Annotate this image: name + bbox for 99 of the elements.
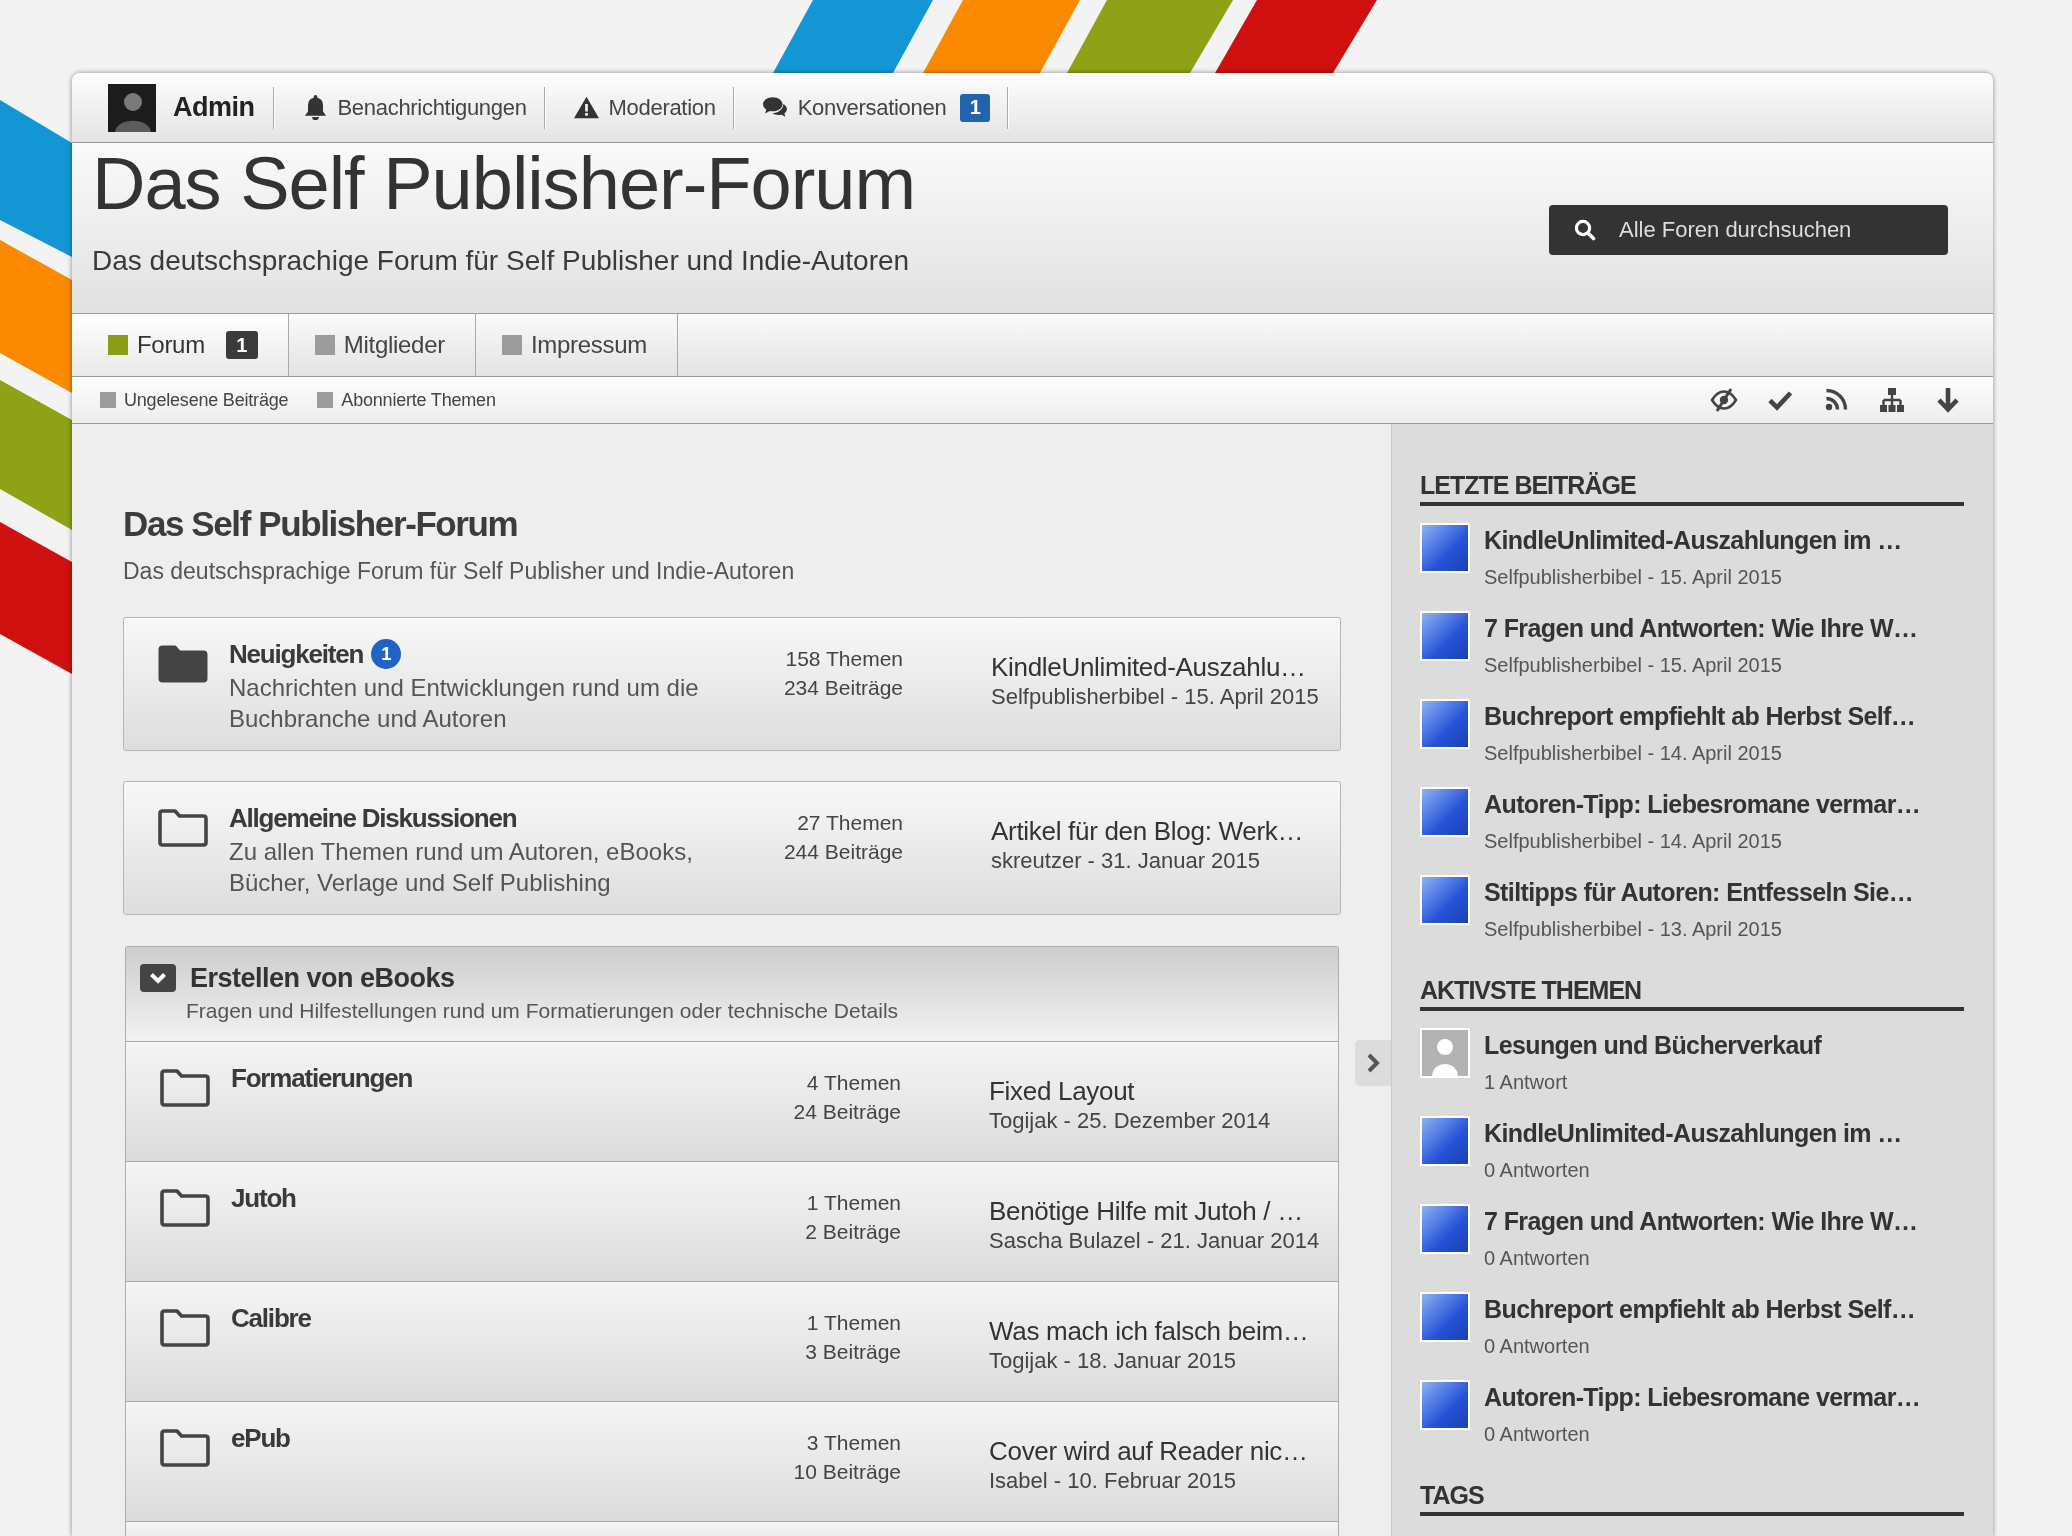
topbar-link[interactable]: Moderation (544, 94, 733, 121)
page-description: Das deutschsprachige Forum für Self Publisher und Indie-Autoren (123, 557, 795, 585)
thread-meta: Selfpublisherbibel - 14. April 2015 (1484, 829, 1782, 854)
post-count: 24 Beiträge (793, 1099, 901, 1125)
page-heading: Das Self Publisher-Forum (123, 503, 518, 545)
chevron-down-icon[interactable] (140, 964, 176, 992)
photo-placeholder (1420, 787, 1470, 837)
forum-title-link[interactable]: Jutoh (231, 1182, 296, 1214)
post-count: 10 Beiträge (793, 1459, 901, 1485)
photo-placeholder (1420, 523, 1470, 573)
square-icon (501, 335, 522, 355)
last-post-link[interactable]: Fixed Layout (989, 1075, 1135, 1107)
topic-count: 158 Themen (785, 646, 903, 672)
sidebar-toggle-button[interactable] (1355, 1040, 1391, 1086)
thread-meta: Selfpublisherbibel - 15. April 2015 (1484, 565, 1782, 590)
post-count: 234 Beiträge (783, 675, 903, 701)
avatar-icon (1420, 1028, 1470, 1078)
photo-placeholder (1420, 1204, 1470, 1254)
last-post-meta: Togijak - 18. Januar 2015 (989, 1347, 1237, 1375)
subnav-link[interactable]: Abonnierte Themen (317, 389, 496, 411)
last-post-link[interactable]: Benötige Hilfe mit Jutoh / … (989, 1195, 1303, 1227)
site-tagline: Das deutschsprachige Forum für Self Publisher und Indie-Autoren (92, 244, 910, 278)
thread-meta: Selfpublisherbibel - 13. April 2015 (1484, 917, 1782, 942)
forum-description: Nachrichten und Entwicklungen rund um die Buchbranche und Autoren (229, 673, 700, 734)
last-post-meta: Isabel - 10. Februar 2015 (989, 1467, 1237, 1495)
square-icon (317, 392, 334, 408)
post-count: 3 Beiträge (805, 1339, 901, 1365)
photo-placeholder (1420, 611, 1470, 661)
thread-link[interactable]: 7 Fragen und Antworten: Wie Ihre W… (1484, 1204, 1918, 1238)
thread-meta: 0 Antworten (1484, 1158, 1590, 1183)
last-post-link[interactable]: Was mach ich falsch beim… (989, 1315, 1309, 1347)
search-field[interactable]: Alle Foren durchsuchen (1549, 205, 1948, 255)
site-title: Das Self Publisher-Forum (92, 143, 916, 224)
thread-meta: Selfpublisherbibel - 14. April 2015 (1484, 741, 1782, 766)
topic-count: 27 Themen (797, 810, 903, 836)
thread-link[interactable]: KindleUnlimited-Auszahlungen im … (1484, 523, 1902, 557)
thread-link[interactable]: Lesungen und Bücherverkauf (1484, 1028, 1822, 1062)
last-post-meta: Togijak - 25. Dezember 2014 (989, 1107, 1271, 1135)
photo-placeholder (1420, 1380, 1470, 1430)
thread-meta: 0 Antworten (1484, 1246, 1590, 1271)
topbar-link[interactable]: Benachrichtigungen (273, 94, 544, 121)
thread-meta: 0 Antworten (1484, 1334, 1590, 1359)
warning-icon (573, 95, 599, 120)
forum-title-link[interactable]: Allgemeine Diskussionen (229, 802, 517, 834)
sidebar-heading: TAGS (1420, 1480, 1484, 1510)
category-title-link[interactable]: Erstellen von eBooks (190, 962, 455, 994)
last-post-link[interactable]: KindleUnlimited-Auszahlu… (991, 651, 1306, 683)
photo-placeholder (1420, 1116, 1470, 1166)
post-count: 244 Beiträge (783, 839, 903, 865)
eye-slash-icon[interactable] (1710, 386, 1738, 414)
topbar-link[interactable]: Konversationen 1 (733, 93, 1008, 122)
topic-count: 3 Themen (806, 1430, 901, 1456)
last-post-link[interactable]: Cover wird auf Reader nic… (989, 1435, 1308, 1467)
avatar-icon (108, 83, 156, 132)
thread-meta: 1 Antwort (1484, 1070, 1568, 1095)
thread-link[interactable]: Stiltipps für Autoren: Entfesseln Sie… (1484, 875, 1914, 909)
last-post-meta: skreutzer - 31. Januar 2015 (991, 847, 1261, 875)
sidebar-heading: LETZTE BEITRÄGE (1420, 470, 1636, 500)
thread-meta: 0 Antworten (1484, 1422, 1590, 1447)
forum-title-link[interactable]: Calibre (231, 1302, 311, 1334)
nav-tab[interactable]: Mitglieder (288, 314, 476, 376)
search-icon (1574, 219, 1596, 241)
account-link[interactable]: Admin (108, 83, 273, 132)
subnav-link[interactable]: Ungelesene Beiträge (100, 389, 289, 411)
count-badge: 1 (960, 93, 991, 122)
forum-title-link[interactable]: ePub (231, 1422, 290, 1454)
thread-link[interactable]: Autoren-Tipp: Liebesromane vermar… (1484, 1380, 1921, 1414)
category-description: Fragen und Hilfestellungen rund um Formatierungen oder technische Details (186, 998, 899, 1024)
topic-count: 4 Themen (806, 1070, 901, 1096)
thread-link[interactable]: Buchreport empfiehlt ab Herbst Self… (1484, 1292, 1916, 1326)
bell-icon (302, 95, 328, 120)
thread-link[interactable]: 7 Fragen und Antworten: Wie Ihre W… (1484, 611, 1918, 645)
post-count: 2 Beiträge (805, 1219, 901, 1245)
thread-link[interactable]: KindleUnlimited-Auszahlungen im … (1484, 1116, 1902, 1150)
nav-tab[interactable]: Impressum (475, 314, 678, 376)
arrow-down-icon[interactable] (1934, 386, 1962, 414)
photo-placeholder (1420, 1292, 1470, 1342)
thread-link[interactable]: Buchreport empfiehlt ab Herbst Self… (1484, 699, 1916, 733)
last-post-link[interactable]: Artikel für den Blog: Werk… (991, 815, 1304, 847)
thread-meta: Selfpublisherbibel - 15. April 2015 (1484, 653, 1782, 678)
square-icon (100, 392, 116, 408)
topic-count: 1 Themen (806, 1190, 901, 1216)
photo-placeholder (1420, 875, 1470, 925)
forum-title-link[interactable]: Formatierungen (231, 1062, 413, 1094)
forum-description: Zu allen Themen rund um Autoren, eBooks, Bücher, Verlage und Self Publishing (229, 837, 694, 898)
sidebar-heading: AKTIVSTE THEMEN (1420, 975, 1642, 1005)
last-post-meta: Sascha Bulazel - 21. Januar 2014 (989, 1227, 1320, 1255)
last-post-meta: Selfpublisherbibel - 15. April 2015 (991, 683, 1319, 711)
photo-placeholder (1420, 699, 1470, 749)
nav-tab[interactable]: Forum 1 (72, 314, 289, 376)
square-icon (314, 335, 335, 355)
chevron-right-icon (1366, 1052, 1380, 1074)
sitemap-icon[interactable] (1878, 386, 1906, 414)
thread-link[interactable]: Autoren-Tipp: Liebesromane vermar… (1484, 787, 1921, 821)
topic-count: 1 Themen (806, 1310, 901, 1336)
square-icon (108, 335, 128, 355)
count-badge: 1 (371, 639, 402, 669)
count-badge: 1 (225, 331, 258, 359)
forum-title-link[interactable]: Neuigkeiten (229, 638, 364, 670)
